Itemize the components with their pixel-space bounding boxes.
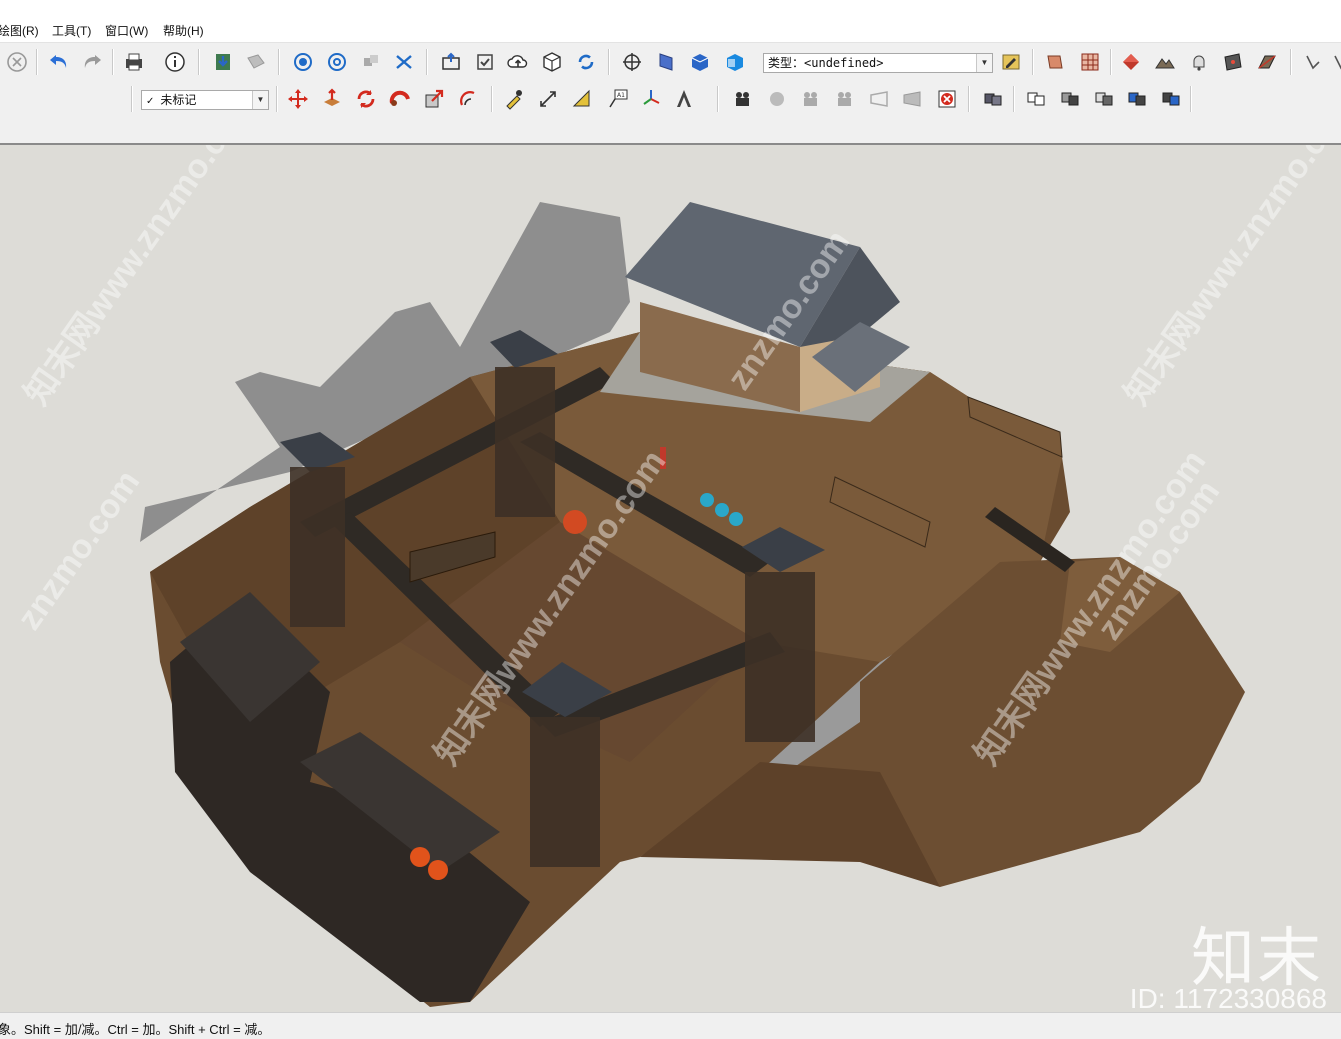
menu-window[interactable]: 窗口(W) [105,24,148,38]
scale-icon[interactable] [419,84,449,114]
id-watermark: ID: 1172330868 [1129,983,1327,1014]
check-icon: ✓ [146,96,155,107]
status-bar: 象。Shift = 加/减。Ctrl = 加。Shift + Ctrl = 减。 [0,1012,1341,1039]
position-camera-icon[interactable] [617,47,647,77]
warehouse-icon[interactable] [208,47,238,77]
svg-text:A1: A1 [617,92,625,99]
solid-intersect-icon[interactable] [1055,84,1085,114]
section-plane-icon[interactable] [651,47,681,77]
clear-camera-icon[interactable] [932,84,962,114]
camera-add-icon[interactable] [728,84,758,114]
edit-type-icon[interactable] [996,47,1026,77]
solid-outer-shell-icon[interactable] [288,47,318,77]
push-pull-icon[interactable] [317,84,347,114]
model-viewport[interactable]: 知末网www.znzmo.com 知末网www.znzmo.com znzmo.… [0,143,1341,1014]
move-icon[interactable] [283,84,313,114]
type-select[interactable]: 类型：<undefined> ▼ [763,53,993,73]
outer-shell-icon[interactable] [1021,84,1051,114]
type-value: <undefined> [804,56,884,70]
status-hint: 象。Shift = 加/减。Ctrl = 加。Shift + Ctrl = 减。 [0,1022,271,1037]
close-tool-icon[interactable] [2,47,32,77]
sync-icon[interactable] [571,47,601,77]
offset-icon[interactable] [453,84,483,114]
3d-text-icon[interactable] [669,84,699,114]
menu-help[interactable]: 帮助(H) [163,24,204,38]
sandbox-icon[interactable] [1116,47,1146,77]
text-tool-icon[interactable]: A1 [603,84,633,114]
drape-icon[interactable] [1298,47,1328,77]
open-model-icon[interactable] [436,47,466,77]
split-icon[interactable] [389,47,419,77]
solid-subtract-icon[interactable] [1122,84,1152,114]
solid-union-icon[interactable] [1089,84,1119,114]
view-front-icon[interactable] [720,47,750,77]
model-info-icon[interactable] [160,47,190,77]
dimension-icon[interactable] [533,84,563,114]
menu-draw[interactable]: 绘图(R) [0,24,39,38]
more-icon[interactable] [1326,47,1341,77]
extension-icon[interactable] [241,47,271,77]
camera-icon[interactable] [762,84,792,114]
war-drum [563,510,587,534]
main-hall [600,202,930,422]
type-label: 类型： [768,56,805,70]
camera-dual-icon[interactable] [796,84,826,114]
frustum-fill-icon[interactable] [897,84,927,114]
terrain-icon[interactable] [1150,47,1180,77]
rotate-icon[interactable] [351,84,381,114]
menu-bar: 绘图(R) 工具(T) 窗口(W) 帮助(H) [0,0,1341,42]
axes-icon[interactable] [636,84,666,114]
scene-render [140,202,1245,1007]
redo-icon[interactable] [77,47,107,77]
tag-value: 未标记 [160,93,197,107]
protractor-icon[interactable] [567,84,597,114]
union-icon[interactable] [356,47,386,77]
intersect-icon[interactable] [322,47,352,77]
grid-icon[interactable] [1075,47,1105,77]
tape-measure-icon[interactable] [499,84,529,114]
check-box-icon[interactable] [470,47,500,77]
component-box-icon[interactable] [537,47,567,77]
solid-tools-icon[interactable] [978,84,1008,114]
frustum-icon[interactable] [864,84,894,114]
watch-tower [522,662,612,867]
menu-tools[interactable]: 工具(T) [52,24,91,38]
camera-alt-icon[interactable] [830,84,860,114]
texture-icon[interactable] [1040,47,1070,77]
tag-select[interactable]: ✓ 未标记 ▼ [141,90,269,110]
bell-icon[interactable] [1184,47,1214,77]
undo-icon[interactable] [44,47,74,77]
chevron-down-icon[interactable]: ▼ [252,91,268,109]
view-iso-icon[interactable] [685,47,715,77]
print-icon[interactable] [119,47,149,77]
photo-texture-icon[interactable] [1218,47,1248,77]
cloud-upload-icon[interactable] [503,47,533,77]
follow-me-icon[interactable] [385,84,415,114]
solid-trim-icon[interactable] [1156,84,1186,114]
flatten-icon[interactable] [1252,47,1282,77]
chevron-down-icon[interactable]: ▼ [976,54,992,72]
toolbar-spacer [0,118,1341,142]
toolbar-row-1: 类型：<undefined> ▼ [0,42,1341,81]
toolbar-row-2: ✓ 未标记 ▼ A1 [0,80,1341,118]
